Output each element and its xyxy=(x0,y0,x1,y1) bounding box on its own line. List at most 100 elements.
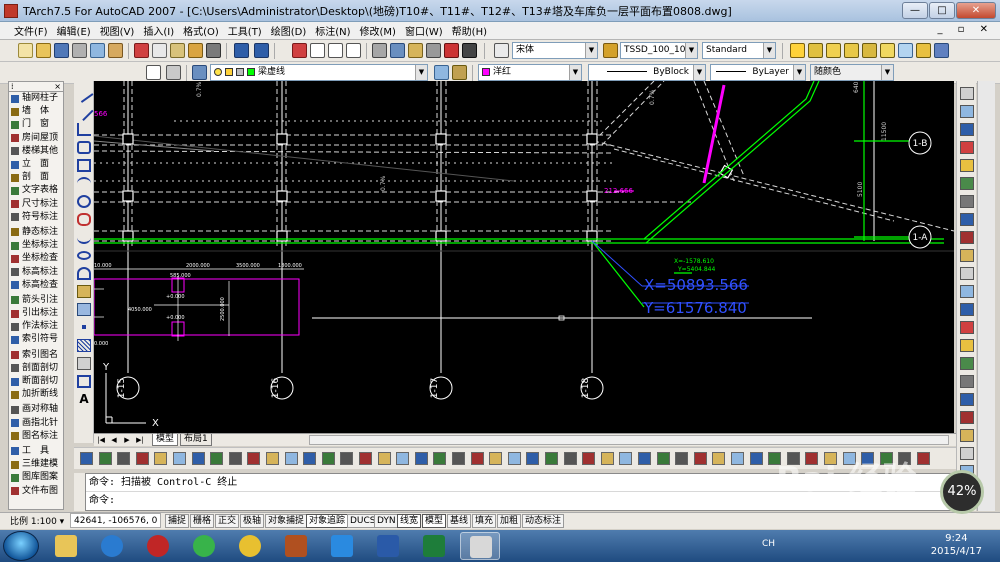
modify-tool-icon[interactable] xyxy=(960,321,974,334)
taskbar-explorer[interactable] xyxy=(46,532,86,560)
dimension-tool-icon[interactable] xyxy=(489,452,503,465)
modify-tool-icon[interactable] xyxy=(960,249,974,262)
status-toggle[interactable]: 填充 xyxy=(472,514,497,528)
menu-tools[interactable]: 工具(T) xyxy=(228,23,262,38)
dimension-tool-icon[interactable] xyxy=(693,452,707,465)
dimension-tool-icon[interactable] xyxy=(154,452,168,465)
mtext-icon[interactable]: A xyxy=(77,393,91,406)
status-toggle[interactable]: 正交 xyxy=(215,514,240,528)
tarch-menu-item[interactable]: 标高标注 xyxy=(9,265,63,278)
dimension-tool-icon[interactable] xyxy=(284,452,298,465)
dimension-tool-icon[interactable] xyxy=(135,452,149,465)
tarch-menu-item[interactable]: 作法标注 xyxy=(9,320,63,333)
dimstyle-select[interactable]: TSSD_100_100 ▼ xyxy=(620,42,698,59)
dimension-tool-icon[interactable] xyxy=(173,452,186,465)
vertical-scrollbar[interactable] xyxy=(977,81,995,511)
tarch-menu-item[interactable]: 文字表格 xyxy=(9,184,63,197)
preview-icon[interactable] xyxy=(90,43,105,58)
clock[interactable]: 9:24 2015/4/17 xyxy=(931,532,982,558)
properties-icon[interactable] xyxy=(372,43,387,58)
coordinate-readout[interactable]: 42641, -106576, 0 xyxy=(70,513,162,528)
dimension-tool-icon[interactable] xyxy=(507,452,521,465)
modify-tool-icon[interactable] xyxy=(960,123,974,136)
hatch-icon[interactable] xyxy=(77,339,91,352)
menu-insert[interactable]: 插入(I) xyxy=(143,23,174,38)
horizontal-scrollbar[interactable] xyxy=(309,435,949,445)
zoom-realtime-icon[interactable] xyxy=(310,43,325,58)
dimension-tool-icon[interactable] xyxy=(582,452,596,465)
arc-icon[interactable] xyxy=(77,177,91,190)
modify-tool-icon[interactable] xyxy=(960,141,974,154)
dimension-tool-icon[interactable] xyxy=(731,452,744,465)
dimension-tool-icon[interactable] xyxy=(675,452,689,465)
tarch-menu-item[interactable]: 房间屋顶 xyxy=(9,132,63,145)
redo-icon[interactable] xyxy=(254,43,269,58)
taskbar-browser[interactable] xyxy=(184,532,224,560)
layer-iso-icon[interactable] xyxy=(844,43,859,58)
status-toggle[interactable]: 加粗 xyxy=(497,514,522,528)
tarch-menu-header[interactable]: ⁞ × xyxy=(9,82,63,92)
next-tab-button[interactable]: ▶ xyxy=(122,435,132,445)
layer-freeze-icon[interactable] xyxy=(880,43,895,58)
taskbar-word[interactable] xyxy=(368,532,408,560)
tool-palettes-icon[interactable] xyxy=(408,43,423,58)
dimension-tool-icon[interactable] xyxy=(191,452,205,465)
print-icon[interactable] xyxy=(72,43,87,58)
modify-tool-icon[interactable] xyxy=(960,303,974,316)
tarch-menu-item[interactable]: 门 窗 xyxy=(9,118,63,131)
publish-icon[interactable] xyxy=(108,43,123,58)
start-button[interactable] xyxy=(3,531,39,561)
prev-tab-button[interactable]: ◀ xyxy=(109,435,119,445)
design-center-icon[interactable] xyxy=(390,43,405,58)
make-block-icon[interactable] xyxy=(77,303,91,316)
qr-icon[interactable] xyxy=(146,65,161,80)
tarch-menu-item[interactable]: 引出标注 xyxy=(9,307,63,320)
layer-props-icon[interactable] xyxy=(192,65,207,80)
layer-prev-icon[interactable] xyxy=(808,43,823,58)
ellipse-arc-icon[interactable] xyxy=(77,267,91,280)
tarch-menu-item[interactable]: 符号标注 xyxy=(9,211,63,224)
taskbar-app[interactable] xyxy=(276,532,316,560)
menu-draw[interactable]: 绘图(D) xyxy=(271,23,307,38)
dimension-tool-icon[interactable] xyxy=(80,452,93,465)
dimension-tool-icon[interactable] xyxy=(638,452,651,465)
document-window-controls[interactable]: _ ▫ ✕ xyxy=(937,24,994,35)
dimension-tool-icon[interactable] xyxy=(600,452,614,465)
tarch-menu-item[interactable]: 三维建模 xyxy=(9,458,63,471)
open-icon[interactable] xyxy=(36,43,51,58)
spline-icon[interactable] xyxy=(77,231,91,244)
modify-tool-icon[interactable] xyxy=(960,411,974,424)
copy-icon[interactable] xyxy=(152,43,167,58)
dim-style-icon[interactable] xyxy=(603,43,618,58)
dimension-tool-icon[interactable] xyxy=(377,452,391,465)
save-icon[interactable] xyxy=(54,43,69,58)
match-prop-icon[interactable] xyxy=(188,43,203,58)
taskbar-autocad[interactable] xyxy=(460,532,500,560)
tarch-menu-item[interactable]: 画对称轴 xyxy=(9,403,63,416)
first-tab-button[interactable]: |◀ xyxy=(96,435,106,445)
dimension-tool-icon[interactable] xyxy=(712,452,726,465)
modify-tool-icon[interactable] xyxy=(960,195,974,208)
tarch-menu-item[interactable]: 尺寸标注 xyxy=(9,198,63,211)
dimension-tool-icon[interactable] xyxy=(749,452,763,465)
line-icon[interactable] xyxy=(74,84,94,103)
dimension-tool-icon[interactable] xyxy=(98,452,112,465)
taskbar-excel[interactable] xyxy=(414,532,454,560)
tarch-menu-item[interactable]: 断面剖切 xyxy=(9,375,63,388)
tarch-menu-item[interactable]: 楼梯其他 xyxy=(9,145,63,158)
zoom-window-icon[interactable] xyxy=(328,43,343,58)
modify-tool-icon[interactable] xyxy=(960,87,974,100)
close-button[interactable]: ✕ xyxy=(956,2,996,19)
modify-tool-icon[interactable] xyxy=(960,159,974,172)
tarch-menu-item[interactable]: 文件布图 xyxy=(9,484,63,497)
dimension-tool-icon[interactable] xyxy=(117,452,131,465)
point-icon[interactable] xyxy=(82,325,86,329)
tarch-menu-item[interactable]: 剖面剖切 xyxy=(9,362,63,375)
insert-block-icon[interactable] xyxy=(77,285,91,298)
region-icon[interactable] xyxy=(77,357,91,370)
new-icon[interactable] xyxy=(18,43,33,58)
status-toggle[interactable]: 基线 xyxy=(447,514,472,528)
tarch-menu-item[interactable]: 坐标标注 xyxy=(9,239,63,252)
menu-help[interactable]: 帮助(H) xyxy=(452,23,487,38)
status-toggle[interactable]: 对象追踪 xyxy=(306,514,349,528)
